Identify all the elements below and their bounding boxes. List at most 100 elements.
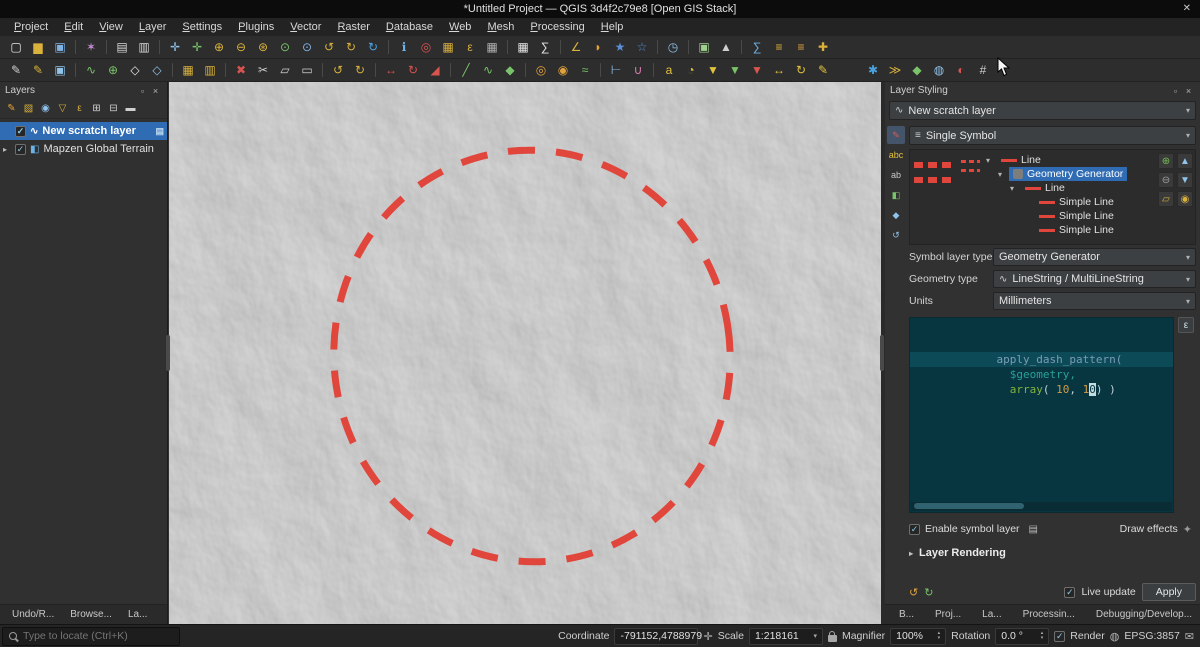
undo-style-icon[interactable]: ↺	[909, 586, 918, 599]
symbol-layer-type-combo[interactable]: Geometry Generator ▾	[993, 248, 1196, 266]
menu-project[interactable]: Project	[6, 18, 56, 36]
expand-arrow-icon[interactable]: ▾	[986, 156, 994, 165]
select-features-button[interactable]: ▦	[438, 37, 458, 57]
scale-combo[interactable]: 1:218161 ▾	[749, 628, 823, 645]
new-print-layout-button[interactable]: ▤	[112, 37, 132, 57]
rotation-spinbox[interactable]: 0.0 ° ▴▾	[995, 628, 1049, 645]
cut-features-button[interactable]: ✂	[253, 60, 273, 80]
undo-button[interactable]: ↺	[328, 60, 348, 80]
identify-features-button[interactable]: ℹ	[394, 37, 414, 57]
field-calculator-button[interactable]: ∑	[535, 37, 555, 57]
geometry-type-combo[interactable]: ∿ LineString / MultiLineString ▾	[993, 270, 1196, 288]
temporal-controller-button[interactable]: ◷	[663, 37, 683, 57]
redo-button[interactable]: ↻	[350, 60, 370, 80]
magnifier-spinbox[interactable]: 100% ▴▾	[890, 628, 946, 645]
layer-labeling-options-button[interactable]: a	[659, 60, 679, 80]
expand-all-button[interactable]: ⊞	[88, 100, 105, 117]
add-line-feature-button[interactable]: ⊕	[103, 60, 123, 80]
log-messages-button[interactable]: ≡	[769, 37, 789, 57]
change-label-button[interactable]: ✎	[813, 60, 833, 80]
symbology-tab[interactable]: ✎	[887, 126, 905, 144]
refresh-map-button[interactable]: ↻	[363, 37, 383, 57]
crs-value[interactable]: EPSG:3857	[1124, 630, 1179, 642]
delete-selected-button[interactable]: ✖	[231, 60, 251, 80]
live-update-checkbox[interactable]: ✓	[1064, 587, 1075, 598]
menu-processing[interactable]: Processing	[522, 18, 592, 36]
rotate-label-button[interactable]: ↻	[791, 60, 811, 80]
layer-visibility-checkbox[interactable]: ✓	[15, 144, 26, 155]
menu-plugins[interactable]: Plugins	[230, 18, 282, 36]
layer-diagram-options-button[interactable]: ◔	[681, 60, 701, 80]
toggle-editing-button[interactable]: ✎	[28, 60, 48, 80]
renderer-combo[interactable]: ≡ Single Symbol ▾	[909, 126, 1196, 145]
duplicate-symbol-layer-button[interactable]: ▱	[1158, 191, 1174, 207]
dock-tab-processing[interactable]: Processin...	[1018, 607, 1080, 622]
window-close-button[interactable]: ✕	[1183, 0, 1191, 18]
left-panel-resize-handle[interactable]	[166, 335, 170, 371]
expand-arrow-icon[interactable]: ▾	[1010, 184, 1018, 193]
diagrams-tab[interactable]: ◧	[887, 186, 905, 204]
new-map-view-button[interactable]: ▣	[694, 37, 714, 57]
fill-ring-button[interactable]: ◉	[553, 60, 573, 80]
menu-raster[interactable]: Raster	[329, 18, 377, 36]
georeferencer-button[interactable]: #	[973, 60, 993, 80]
new-bookmark-button[interactable]: ★	[610, 37, 630, 57]
highlight-pinned-labels-button[interactable]: ▼	[703, 60, 723, 80]
dock-tab-debugging[interactable]: Debugging/Develop...	[1091, 607, 1197, 622]
tree-item-simple-line-2[interactable]: Simple Line	[984, 209, 1155, 223]
close-panel-icon[interactable]: ×	[1182, 86, 1195, 96]
statistical-summary-button[interactable]: ∑	[747, 37, 767, 57]
right-panel-resize-handle[interactable]	[880, 335, 884, 371]
open-project-button[interactable]: ▆	[28, 37, 48, 57]
processing-toolbox-button[interactable]: ✱	[863, 60, 883, 80]
remove-layer-button[interactable]: ▬	[122, 100, 139, 117]
close-panel-icon[interactable]: ×	[149, 86, 162, 96]
apply-button[interactable]: Apply	[1142, 583, 1196, 601]
spinner-arrows-icon[interactable]: ▴▾	[938, 631, 941, 641]
zoom-to-selection-button[interactable]: ⊙	[275, 37, 295, 57]
reshape-features-button[interactable]: ∿	[478, 60, 498, 80]
run-feature-action-button[interactable]: ◎	[416, 37, 436, 57]
add-layer-group-button[interactable]: ✚	[813, 37, 833, 57]
manage-map-themes-button[interactable]: ◉	[37, 100, 54, 117]
multi-edit-attributes-button[interactable]: ▥	[200, 60, 220, 80]
layer-rendering-section[interactable]: ▸ Layer Rendering	[909, 547, 1196, 559]
float-panel-icon[interactable]: ▫	[1169, 86, 1182, 96]
units-combo[interactable]: Millimeters ▾	[993, 292, 1196, 310]
open-attribute-table-button[interactable]: ▦	[513, 37, 533, 57]
history-tab[interactable]: ↺	[887, 226, 905, 244]
new-project-button[interactable]: ▢	[6, 37, 26, 57]
measure-line-button[interactable]: ∠	[566, 37, 586, 57]
deselect-features-button[interactable]: ▦	[482, 37, 502, 57]
pan-map-button[interactable]: ✛	[165, 37, 185, 57]
menu-layer[interactable]: Layer	[131, 18, 175, 36]
dock-tab-project[interactable]: Proj...	[930, 607, 966, 622]
vertex-tool-all-layers-button[interactable]: ◇	[125, 60, 145, 80]
coordinate-field[interactable]: -791152,4788979	[614, 628, 698, 645]
layer-item-mapzen-global-terrain[interactable]: ▸ ✓ ◧ Mapzen Global Terrain	[0, 140, 167, 158]
zoom-last-button[interactable]: ↺	[319, 37, 339, 57]
filter-legend-button[interactable]: ▽	[54, 100, 71, 117]
merge-features-button[interactable]: ◆	[500, 60, 520, 80]
expression-horizontal-scrollbar[interactable]	[911, 502, 1172, 511]
save-layer-edits-button[interactable]: ▣	[50, 60, 70, 80]
move-feature-button[interactable]: ↔	[381, 60, 401, 80]
pan-to-selection-button[interactable]: ✛	[187, 37, 207, 57]
dock-tab-browser-right[interactable]: B...	[894, 607, 919, 622]
zoom-to-layer-button[interactable]: ⊙	[297, 37, 317, 57]
scrollbar-thumb[interactable]	[914, 503, 1024, 509]
offset-curve-button[interactable]: ≈	[575, 60, 595, 80]
tree-item-line-root[interactable]: ▾ Line	[984, 153, 1155, 167]
zoom-out-button[interactable]: ⊖	[231, 37, 251, 57]
show-layout-manager-button[interactable]: ▥	[134, 37, 154, 57]
add-symbol-layer-button[interactable]: ⊕	[1158, 153, 1174, 169]
move-symbol-layer-up-button[interactable]: ▲	[1177, 153, 1193, 169]
move-symbol-layer-down-button[interactable]: ▼	[1177, 172, 1193, 188]
filter-by-expression-button[interactable]: ε	[71, 100, 88, 117]
move-label-button[interactable]: ↔	[769, 60, 789, 80]
dock-tab-layers[interactable]: La...	[123, 607, 152, 622]
select-by-expression-button[interactable]: ε	[460, 37, 480, 57]
float-panel-icon[interactable]: ▫	[136, 86, 149, 96]
menu-settings[interactable]: Settings	[174, 18, 230, 36]
layer-item-new-scratch-layer[interactable]: ✓ ∿ New scratch layer ▤	[0, 122, 167, 140]
